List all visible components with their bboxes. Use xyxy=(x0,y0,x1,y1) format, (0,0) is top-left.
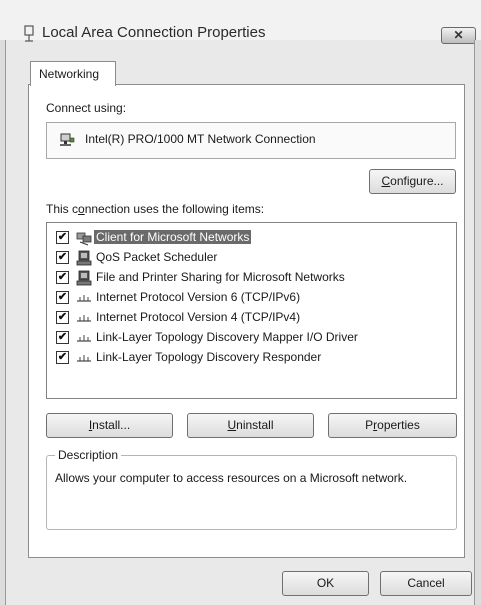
properties-label: operties xyxy=(377,418,420,432)
description-group: Description Allows your computer to acce… xyxy=(46,448,457,530)
description-legend: Description xyxy=(55,448,122,462)
list-item-ipv6[interactable]: ✔ Internet Protocol Version 6 (TCP/IPv6) xyxy=(56,289,451,307)
window-frame-left xyxy=(0,40,6,605)
network-connection-icon xyxy=(24,25,34,42)
install-label: nstall... xyxy=(92,418,131,432)
close-button[interactable]: ✕ xyxy=(441,27,476,44)
properties-dialog: Local Area Connection Properties ✕ Netwo… xyxy=(0,0,481,605)
list-item-qos-packet-scheduler[interactable]: ✔ QoS Packet Scheduler xyxy=(56,249,451,267)
item-label: Link-Layer Topology Discovery Responder xyxy=(96,350,322,364)
item-label: Client for Microsoft Networks xyxy=(94,230,252,244)
ok-button[interactable]: OK xyxy=(282,571,369,596)
configure-button[interactable]: Configure... xyxy=(369,169,456,194)
uninstall-mnemonic: U xyxy=(227,418,237,432)
cancel-button[interactable]: Cancel xyxy=(380,571,472,596)
description-text: Allows your computer to access resources… xyxy=(55,471,408,485)
connection-items-list[interactable]: ✔ Client for Microsoft Networks ✔ QoS Pa… xyxy=(46,222,457,399)
window-frame-right xyxy=(474,40,481,605)
list-item-ipv4[interactable]: ✔ Internet Protocol Version 4 (TCP/IPv4) xyxy=(56,309,451,327)
adapter-name: Intel(R) PRO/1000 MT Network Connection xyxy=(85,132,316,146)
item-checkbox[interactable]: ✔ xyxy=(56,311,69,324)
item-checkbox[interactable]: ✔ xyxy=(56,271,69,284)
list-item-file-and-printer-sharing[interactable]: ✔ File and Printer Sharing for Microsoft… xyxy=(56,269,451,287)
connect-using-label: Connect using: xyxy=(46,101,127,115)
item-label: Internet Protocol Version 4 (TCP/IPv4) xyxy=(96,310,301,324)
title-bar[interactable]: Local Area Connection Properties ✕ xyxy=(0,0,481,44)
adapter-display: Intel(R) PRO/1000 MT Network Connection xyxy=(46,122,456,159)
install-button[interactable]: Install... xyxy=(46,413,173,438)
service-icon xyxy=(76,250,92,266)
configure-label: onfigure... xyxy=(390,174,444,188)
window-title: Local Area Connection Properties xyxy=(42,24,266,41)
item-checkbox[interactable]: ✔ xyxy=(56,351,69,364)
configure-mnemonic: C xyxy=(381,174,391,188)
list-item-lltd-responder[interactable]: ✔ Link-Layer Topology Discovery Responde… xyxy=(56,349,451,367)
uninstall-label: ninstall xyxy=(236,418,274,432)
network-adapter-icon xyxy=(60,133,75,146)
protocol-icon xyxy=(77,295,91,302)
items-list-label: This connection uses the following items… xyxy=(46,202,265,216)
item-checkbox[interactable]: ✔ xyxy=(56,291,69,304)
protocol-icon xyxy=(77,335,91,342)
uninstall-button[interactable]: Uninstall xyxy=(187,413,314,438)
list-item-lltd-mapper[interactable]: ✔ Link-Layer Topology Discovery Mapper I… xyxy=(56,329,451,347)
client-icon xyxy=(76,232,92,246)
item-checkbox[interactable]: ✔ xyxy=(56,231,69,244)
item-checkbox[interactable]: ✔ xyxy=(56,251,69,264)
item-label: QoS Packet Scheduler xyxy=(96,250,218,264)
properties-button[interactable]: Properties xyxy=(328,413,457,438)
close-icon: ✕ xyxy=(453,28,464,42)
protocol-icon xyxy=(77,315,91,322)
protocol-icon xyxy=(77,355,91,362)
service-icon xyxy=(76,270,92,286)
tab-networking[interactable]: Networking xyxy=(30,61,116,86)
item-label: Internet Protocol Version 6 (TCP/IPv6) xyxy=(96,290,301,304)
item-checkbox[interactable]: ✔ xyxy=(56,331,69,344)
list-item-client-for-microsoft-networks[interactable]: ✔ Client for Microsoft Networks xyxy=(56,229,451,247)
item-label: Link-Layer Topology Discovery Mapper I/O… xyxy=(96,330,358,344)
item-label: File and Printer Sharing for Microsoft N… xyxy=(96,270,345,284)
